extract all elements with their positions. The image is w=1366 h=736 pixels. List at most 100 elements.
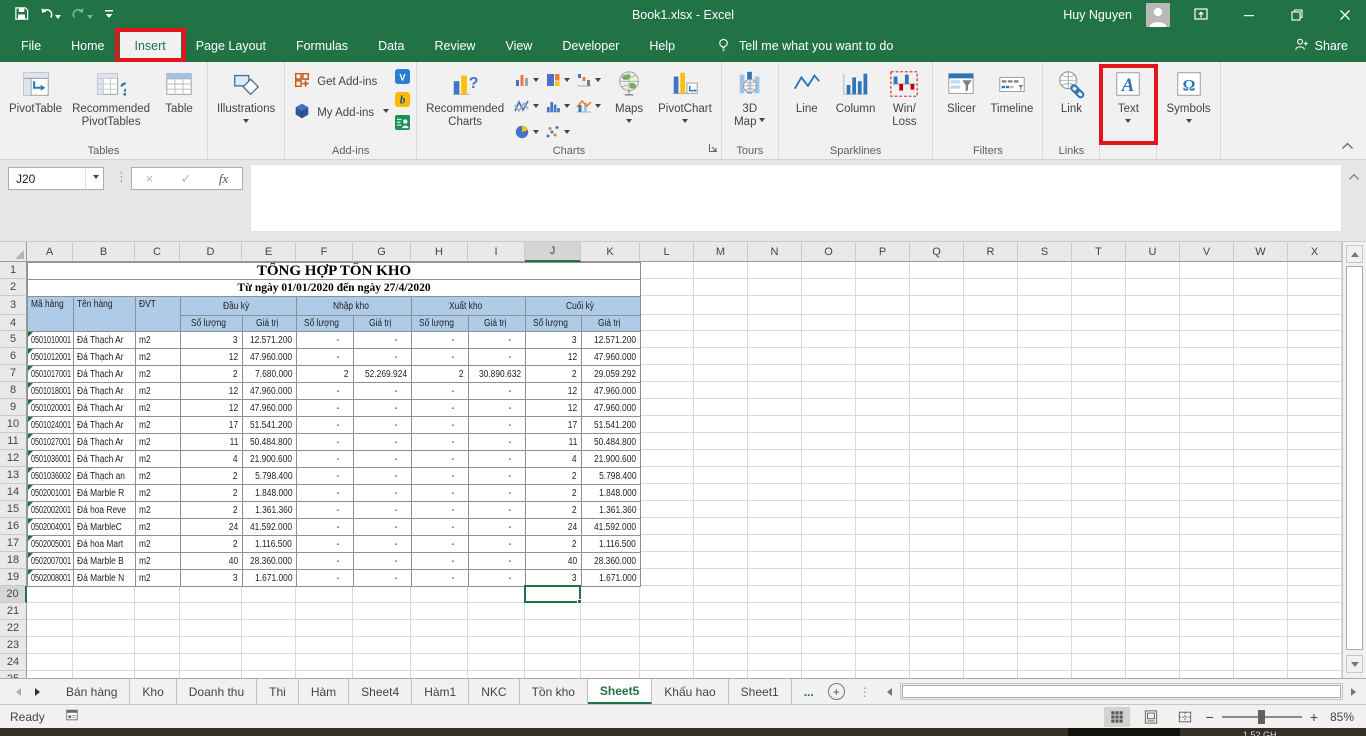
cell-value[interactable]: 3 xyxy=(181,570,243,587)
header-so-luong[interactable]: Số lượng xyxy=(526,316,582,332)
zoom-level[interactable]: 85% xyxy=(1326,710,1354,724)
cell-ten-hang[interactable]: Đá Thạch Ar xyxy=(74,332,136,349)
row-header-15[interactable]: 15 xyxy=(0,501,27,518)
text-button[interactable]: AText xyxy=(1104,65,1152,143)
cell-value[interactable]: 28.360.000 xyxy=(582,553,641,570)
illustrations-button[interactable]: Illustrations xyxy=(212,65,280,143)
row-header-9[interactable]: 9 xyxy=(0,399,27,416)
scroll-up-button[interactable] xyxy=(1346,245,1363,263)
cell-dvt[interactable]: m2 xyxy=(136,417,181,434)
cell-value[interactable]: 1.848.000 xyxy=(582,485,641,502)
column-button[interactable]: Column xyxy=(831,65,881,143)
row-header-14[interactable]: 14 xyxy=(0,484,27,501)
cell-value[interactable]: - xyxy=(354,553,412,570)
tell-me-box[interactable]: Tell me what you want to do xyxy=(716,30,893,62)
bing-addin-button[interactable]: b xyxy=(395,92,410,110)
cell-dvt[interactable]: m2 xyxy=(136,502,181,519)
cell-dvt[interactable]: m2 xyxy=(136,383,181,400)
row-header-16[interactable]: 16 xyxy=(0,518,27,535)
save-button[interactable] xyxy=(14,6,29,24)
cell-value[interactable]: - xyxy=(354,570,412,587)
table-subtitle-cell[interactable]: Từ ngày 01/01/2020 đến ngày 27/4/2020 xyxy=(28,280,641,297)
row-header-8[interactable]: 8 xyxy=(0,382,27,399)
row-header-3[interactable]: 3 xyxy=(0,296,27,315)
vertical-scrollbar[interactable] xyxy=(1342,242,1366,678)
column-header-x[interactable]: X xyxy=(1288,242,1342,262)
row-header-23[interactable]: 23 xyxy=(0,637,27,654)
cell-ma-hang[interactable]: 0502002001 xyxy=(28,502,74,519)
visio-addin-button[interactable]: V xyxy=(395,69,410,87)
cell-value[interactable]: - xyxy=(412,417,469,434)
row-header-12[interactable]: 12 xyxy=(0,450,27,467)
cell-value[interactable]: 1.116.500 xyxy=(582,536,641,553)
cell-value[interactable]: 2 xyxy=(181,366,243,383)
cell-ten-hang[interactable]: Đá Thạch Ar xyxy=(74,451,136,468)
cell-value[interactable]: - xyxy=(297,332,354,349)
cell-ma-hang[interactable]: 0501020001 xyxy=(28,400,74,417)
row-header-4[interactable]: 4 xyxy=(0,315,27,331)
cell-value[interactable]: - xyxy=(412,400,469,417)
tab-review[interactable]: Review xyxy=(419,30,490,62)
column-header-i[interactable]: I xyxy=(468,242,525,262)
cell-value[interactable]: - xyxy=(412,485,469,502)
cell-value[interactable]: 24 xyxy=(526,519,582,536)
cell-ma-hang[interactable]: 0501024001 xyxy=(28,417,74,434)
cell-value[interactable]: 2 xyxy=(181,468,243,485)
previous-sheet-button[interactable] xyxy=(12,688,21,696)
name-box-dropdown[interactable] xyxy=(85,168,103,189)
cell-value[interactable]: 50.484.800 xyxy=(243,434,297,451)
column-header-v[interactable]: V xyxy=(1180,242,1234,262)
row-header-7[interactable]: 7 xyxy=(0,365,27,382)
cell-value[interactable]: 2 xyxy=(181,502,243,519)
cell-value[interactable]: 28.360.000 xyxy=(243,553,297,570)
cancel-entry-icon[interactable]: × xyxy=(146,171,154,186)
cell-dvt[interactable]: m2 xyxy=(136,536,181,553)
cell-value[interactable]: - xyxy=(354,485,412,502)
cell-value[interactable]: - xyxy=(354,400,412,417)
slicer-button[interactable]: Slicer xyxy=(937,65,985,143)
cell-value[interactable]: - xyxy=(354,332,412,349)
cell-value[interactable]: - xyxy=(297,502,354,519)
next-sheet-button[interactable] xyxy=(35,688,44,696)
column-header-s[interactable]: S xyxy=(1018,242,1072,262)
normal-view-button[interactable] xyxy=(1104,707,1130,727)
cell-dvt[interactable]: m2 xyxy=(136,332,181,349)
ribbon-display-options-button[interactable] xyxy=(1184,0,1218,30)
cell-value[interactable]: 47.960.000 xyxy=(582,383,641,400)
cell-value[interactable]: - xyxy=(297,485,354,502)
sheet-tab-doanh-thu[interactable]: Doanh thu xyxy=(177,679,257,704)
cell-value[interactable]: - xyxy=(354,502,412,519)
cell-ten-hang[interactable]: Đá Thạch an xyxy=(74,468,136,485)
column-header-w[interactable]: W xyxy=(1234,242,1288,262)
header-ma-hang[interactable]: Mã hàng xyxy=(28,297,74,332)
zoom-slider-thumb[interactable] xyxy=(1258,710,1265,724)
cell-value[interactable]: 12.571.200 xyxy=(243,332,297,349)
table-button[interactable]: Table xyxy=(155,65,203,143)
row-header-18[interactable]: 18 xyxy=(0,552,27,569)
cell-value[interactable]: - xyxy=(469,553,526,570)
cell-value[interactable]: - xyxy=(469,570,526,587)
cell-ma-hang[interactable]: 0502005001 xyxy=(28,536,74,553)
cell-value[interactable]: 51.541.200 xyxy=(582,417,641,434)
user-avatar[interactable] xyxy=(1146,3,1170,27)
header-gia-tri[interactable]: Giá trị xyxy=(243,316,297,332)
column-header-l[interactable]: L xyxy=(640,242,694,262)
header-gia-tri[interactable]: Giá trị xyxy=(469,316,526,332)
cell-value[interactable]: - xyxy=(469,468,526,485)
spreadsheet-grid[interactable]: ABCDEFGHIJKLMNOPQRSTUVWX1234567891011121… xyxy=(0,242,1342,678)
cell-value[interactable]: - xyxy=(469,400,526,417)
cell-value[interactable]: - xyxy=(297,383,354,400)
insert-pie-chart-button[interactable] xyxy=(511,121,541,146)
row-header-25[interactable]: 25 xyxy=(0,671,27,678)
cell-value[interactable]: - xyxy=(412,553,469,570)
cell-value[interactable]: 1.361.360 xyxy=(243,502,297,519)
cell-ten-hang[interactable]: Đá hoa Reve xyxy=(74,502,136,519)
dialog-launcher-button[interactable] xyxy=(708,142,718,156)
cell-value[interactable]: 24 xyxy=(181,519,243,536)
cell-value[interactable]: - xyxy=(412,468,469,485)
insert-function-icon[interactable]: fx xyxy=(219,171,228,187)
timeline-button[interactable]: Timeline xyxy=(985,65,1038,143)
cell-value[interactable]: - xyxy=(469,536,526,553)
sheet-tab-b-n-h-ng[interactable]: Bán hàng xyxy=(54,679,130,704)
cell-value[interactable]: 3 xyxy=(526,332,582,349)
